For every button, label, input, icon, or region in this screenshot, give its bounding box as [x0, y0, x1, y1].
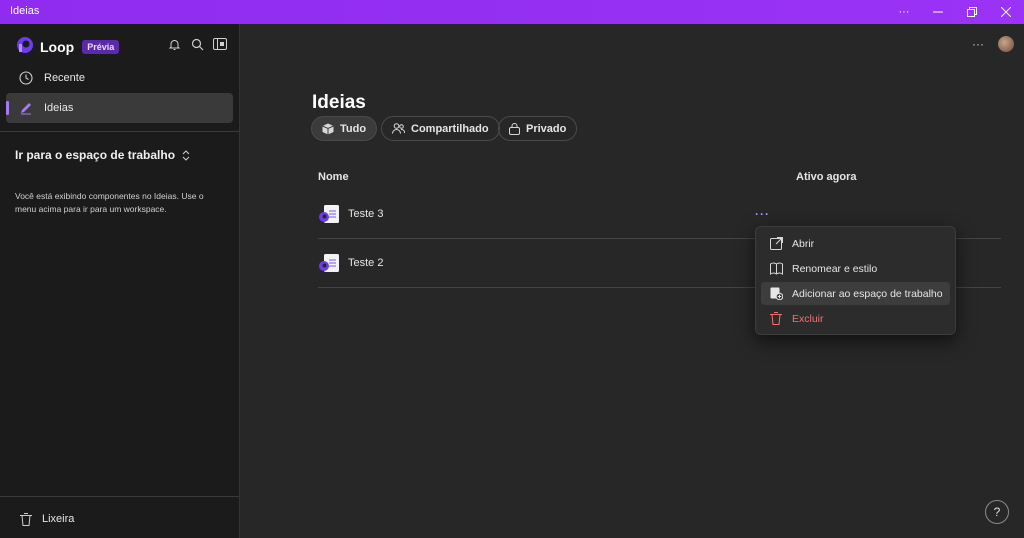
row-more-options-icon[interactable]: ···: [755, 207, 770, 221]
item-name: Teste 3: [348, 208, 384, 220]
sidebar-item-lixeira[interactable]: Lixeira: [0, 507, 74, 531]
menu-item-label: Adicionar ao espaço de trabalho: [792, 287, 943, 300]
restore-icon[interactable]: [955, 0, 989, 24]
column-header-name[interactable]: Nome: [318, 171, 349, 183]
workspace-heading: Ir para o espaço de trabalho: [15, 148, 176, 162]
menu-item-renomear[interactable]: Renomear e estilo: [761, 257, 950, 280]
sidebar-divider: [0, 131, 239, 132]
sidebar-divider: [0, 496, 239, 497]
top-right-controls: ···: [972, 36, 1014, 52]
menu-item-excluir[interactable]: Excluir: [761, 307, 950, 330]
page-title: Ideias: [312, 92, 366, 113]
sidebar-toolbar: [167, 37, 227, 51]
tab-label: Compartilhado: [411, 122, 489, 135]
context-menu: Abrir Renomear e estilo Adicionar ao esp…: [755, 226, 956, 335]
tab-label: Privado: [526, 122, 567, 135]
column-header-active[interactable]: Ativo agora: [796, 171, 857, 183]
people-icon: [392, 123, 405, 134]
loop-logo-icon: [16, 36, 34, 59]
open-external-icon: [769, 237, 783, 251]
trash-label: Lixeira: [42, 513, 75, 525]
menu-item-adicionar[interactable]: Adicionar ao espaço de trabalho: [761, 282, 950, 305]
lock-icon: [509, 122, 520, 135]
sidebar-item-recente[interactable]: Recente: [6, 63, 233, 93]
window-title: Ideias: [10, 5, 40, 17]
sidebar-item-ideias[interactable]: Ideias: [6, 93, 233, 123]
preview-badge: Prévia: [82, 40, 120, 54]
loop-page-icon: [318, 204, 340, 224]
app-logo-row[interactable]: Loop Prévia: [16, 36, 120, 59]
menu-item-label: Renomear e estilo: [792, 262, 878, 275]
chevron-updown-icon: [182, 149, 190, 161]
add-to-workspace-icon: [769, 287, 783, 301]
tab-label: Tudo: [340, 122, 367, 135]
more-options-icon[interactable]: ···: [972, 37, 984, 51]
tab-tudo[interactable]: Tudo: [311, 116, 378, 141]
item-name: Teste 2: [348, 257, 384, 269]
main-content: ··· Ideias Tudo Compartilhado Privado No…: [240, 24, 1024, 538]
pen-icon: [18, 100, 34, 116]
more-icon[interactable]: ···: [887, 0, 921, 24]
avatar[interactable]: [998, 36, 1014, 52]
sidebar-item-label: Ideias: [44, 102, 74, 114]
loop-page-icon: [318, 253, 340, 273]
app-name: Loop: [40, 39, 75, 55]
tab-compartilhado[interactable]: Compartilhado: [381, 116, 500, 141]
tab-privado[interactable]: Privado: [498, 116, 578, 141]
panel-icon[interactable]: [213, 37, 227, 51]
bell-icon[interactable]: [167, 37, 181, 51]
title-bar: Ideias ···: [0, 0, 1024, 24]
search-icon[interactable]: [190, 37, 204, 51]
help-button[interactable]: ?: [985, 500, 1009, 524]
workspace-switcher[interactable]: Ir para o espaço de trabalho: [15, 148, 190, 162]
sidebar: Loop Prévia Recente Ideias Ir para o esp…: [0, 24, 240, 538]
trash-icon: [769, 312, 783, 326]
menu-item-abrir[interactable]: Abrir: [761, 232, 950, 255]
menu-item-label: Abrir: [792, 237, 815, 250]
cube-icon: [322, 123, 334, 135]
minimize-icon[interactable]: [921, 0, 955, 24]
close-icon[interactable]: [989, 0, 1023, 24]
sidebar-item-label: Recente: [44, 72, 85, 84]
trash-icon: [20, 512, 32, 526]
rename-icon: [769, 262, 783, 276]
clock-icon: [18, 70, 34, 86]
menu-item-label: Excluir: [792, 312, 824, 325]
workspace-description: Você está exibindo componentes no Ideias…: [15, 191, 204, 214]
